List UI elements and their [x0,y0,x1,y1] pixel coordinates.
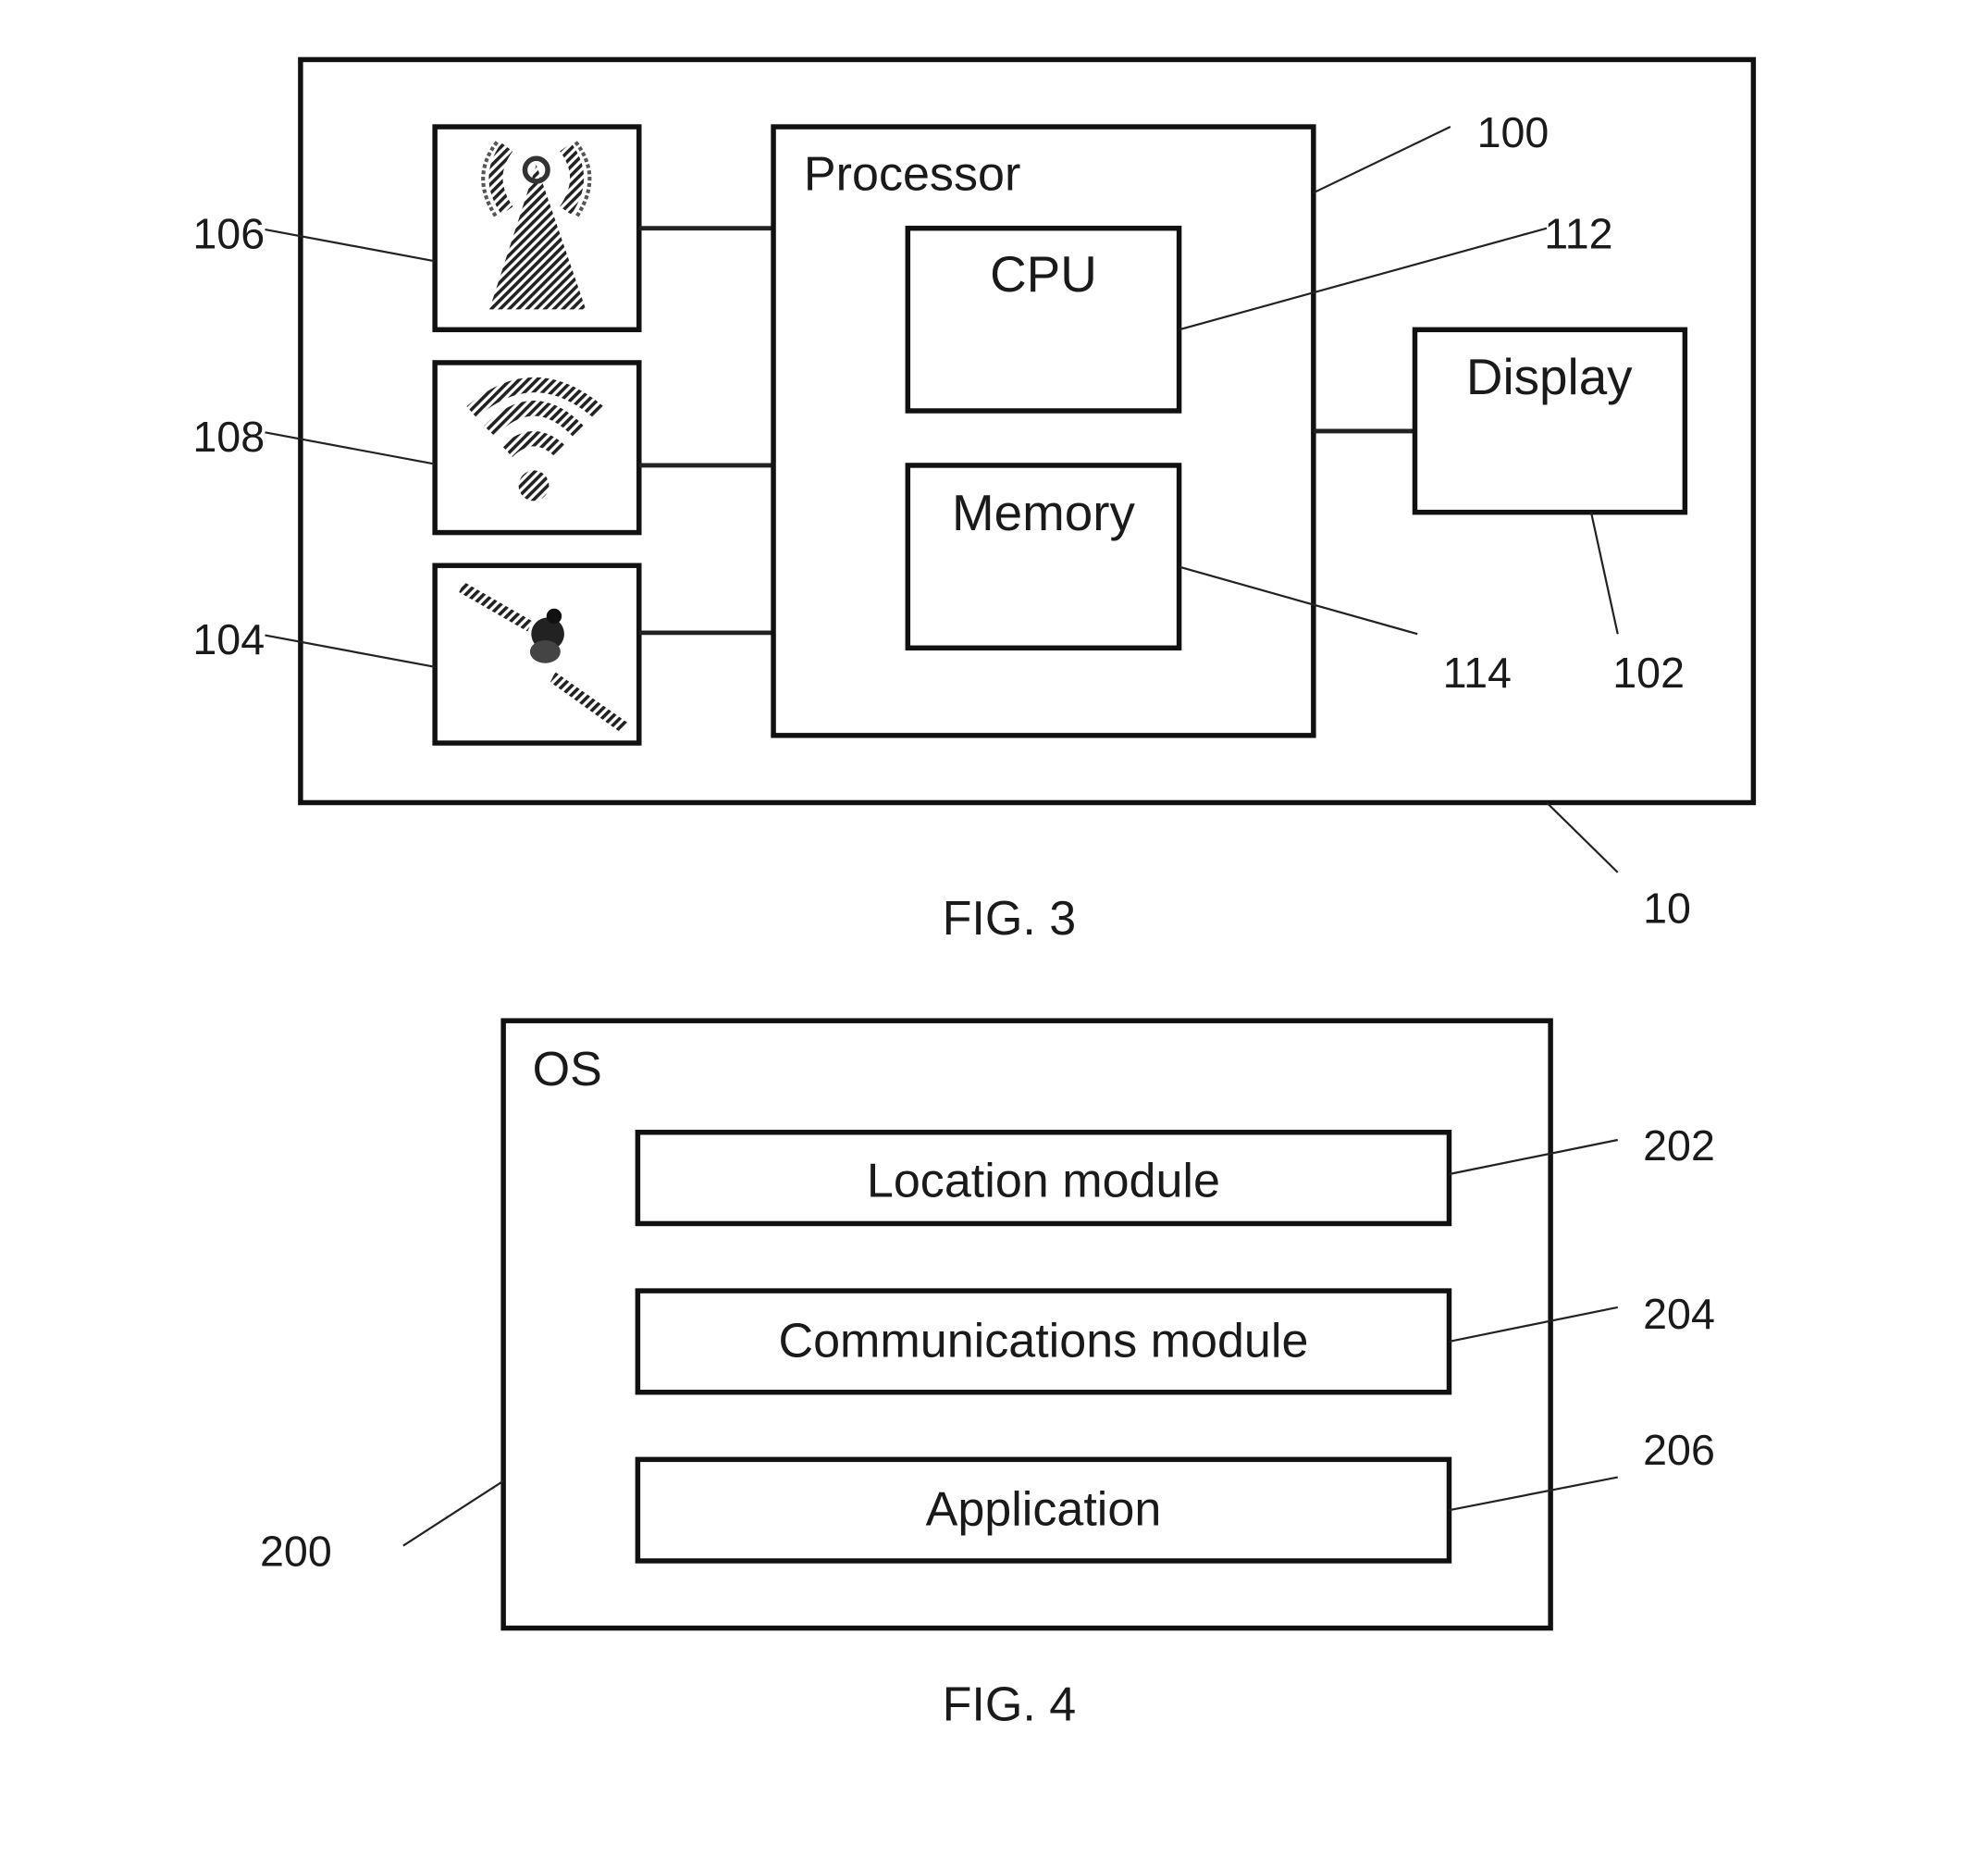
ref-202: 202 [1643,1121,1715,1170]
fig4-caption: FIG. 4 [943,1678,1077,1732]
leader-202 [1449,1138,1618,1176]
leader-100 [1313,126,1451,194]
processor-box [771,124,1316,738]
ref-104: 104 [192,615,265,663]
ref-112: 112 [1544,210,1612,258]
leader-10 [1546,801,1619,873]
ref-204: 204 [1643,1290,1715,1338]
leader-104 [265,634,436,668]
ref-108: 108 [192,413,265,461]
application-label: Application [926,1483,1162,1537]
leader-114 [1179,565,1418,636]
location-module-label: Location module [867,1155,1220,1208]
fig3-caption: FIG. 3 [943,892,1077,946]
processor-label: Processor [804,148,1020,202]
satellite-block [432,563,642,746]
leader-206 [1449,1476,1618,1512]
cell-tower-icon [481,141,592,310]
ref-206: 206 [1643,1426,1715,1474]
display-label: Display [1466,348,1633,405]
leader-106 [265,228,436,263]
ref-102: 102 [1612,649,1685,697]
satellite-icon [459,582,628,734]
leader-102 [1589,512,1619,635]
leader-112 [1179,227,1548,331]
communications-module-label: Communications module [778,1314,1308,1368]
display-block: Display [1412,327,1688,515]
leader-200 [402,1479,504,1547]
ref-114: 114 [1443,649,1512,697]
fig3: Processor CPU Memory Display 106 108 104… [192,56,1757,946]
ref-200: 200 [260,1527,332,1575]
device-outline [298,56,1757,806]
memory-label: Memory [952,484,1135,541]
os-label: OS [533,1043,602,1096]
fig4: OS Location module Communications module… [260,1018,1715,1732]
ref-106: 106 [192,210,265,258]
ref-10: 10 [1643,885,1691,933]
cell-tower-block [432,124,642,333]
patent-figures: Processor CPU Memory Display 106 108 104… [192,56,1757,1732]
ref-100: 100 [1477,108,1550,156]
processor-block: Processor CPU Memory [771,124,1316,738]
leader-108 [265,431,436,465]
cpu-label: CPU [990,245,1097,303]
wifi-block [432,360,642,536]
leader-204 [1449,1306,1618,1343]
wifi-icon [466,377,604,501]
